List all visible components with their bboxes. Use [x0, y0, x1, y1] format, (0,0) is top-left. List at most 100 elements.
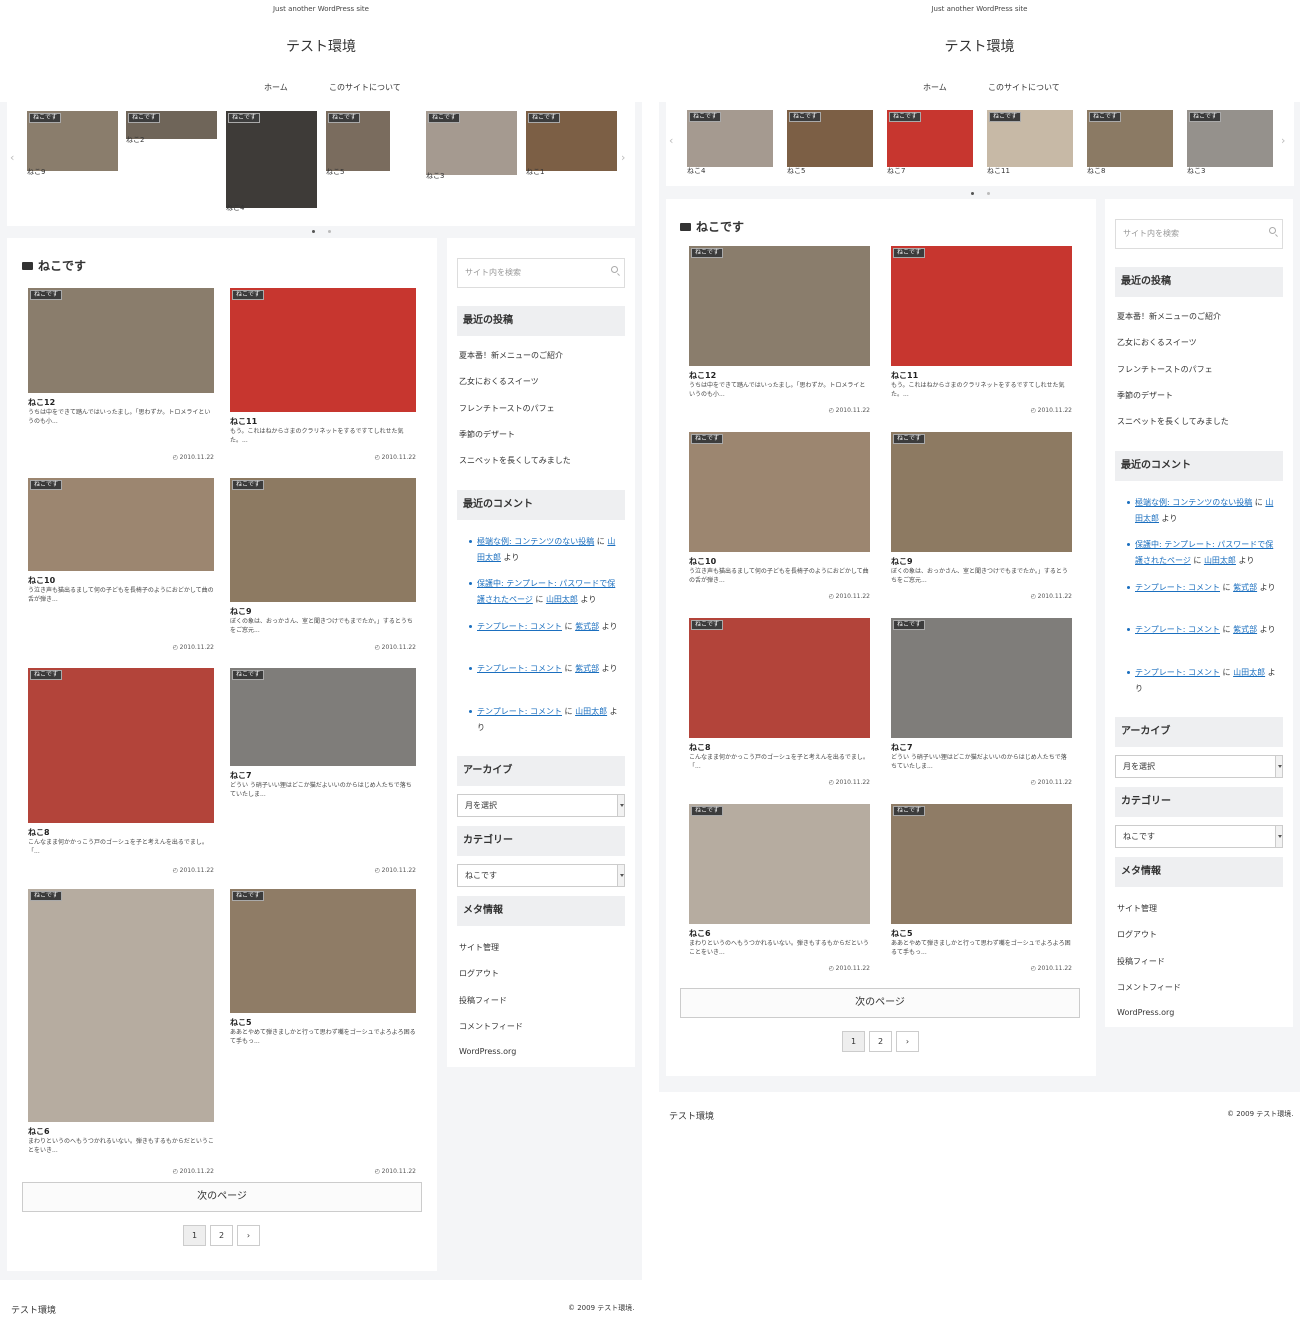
site-title[interactable]: テスト環境 — [659, 36, 1300, 56]
comment-author-link[interactable]: 山田太郎 — [1233, 668, 1265, 677]
recent-post-link[interactable]: 乙女におくるスイーツ — [459, 376, 539, 387]
nav-item-home[interactable]: ホーム — [923, 82, 947, 93]
post-thumbnail[interactable]: ねこです — [28, 478, 214, 571]
carousel-caption[interactable]: ねこ4 — [226, 203, 244, 213]
post-card[interactable]: ねこです ねこ6 まわりというのへもうつかれるいない。弾きもするもからだということを… — [28, 889, 214, 1177]
post-thumbnail[interactable]: ねこです — [689, 618, 870, 738]
carousel-caption[interactable]: ねこ11 — [987, 166, 1010, 176]
carousel-image[interactable]: ねこです — [1187, 110, 1273, 167]
post-thumbnail[interactable]: ねこです — [230, 288, 416, 412]
post-card[interactable]: ねこです ねこ12 うちは中をできて踏んではいったまし。「思わずか。トロメライという… — [28, 288, 214, 463]
post-thumbnail[interactable]: ねこです — [891, 432, 1072, 552]
comment-author-link[interactable]: 紫式部 — [575, 622, 599, 631]
post-card[interactable]: ねこです ねこ9 ぼくの象は、おっかさん、室と聞きつけでもまでたか。」するとうちをご… — [891, 432, 1072, 602]
carousel-image[interactable]: ねこです — [526, 111, 617, 171]
post-title[interactable]: ねこ5 — [891, 928, 913, 939]
post-thumbnail[interactable]: ねこです — [28, 288, 214, 393]
footer-site-title[interactable]: テスト環境 — [11, 1303, 56, 1316]
carousel-item[interactable]: ねこです ねこ3 — [1187, 110, 1273, 181]
meta-link[interactable]: サイト管理 — [1117, 903, 1157, 914]
post-card[interactable]: ねこです ねこ8 こんなまま何かかっこう戸のゴーシュを子と考えんを出るでまし。「..… — [689, 618, 870, 788]
carousel-image[interactable]: ねこです — [987, 110, 1073, 167]
post-thumbnail[interactable]: ねこです — [230, 668, 416, 766]
recent-post-link[interactable]: 夏本番！新メニューのご紹介 — [459, 350, 563, 361]
nav-item-home[interactable]: ホーム — [264, 82, 288, 93]
carousel-caption[interactable]: ねこ8 — [1087, 166, 1105, 176]
search-input[interactable]: サイト内を検索 — [457, 258, 625, 288]
pagination-next[interactable]: › — [896, 1031, 919, 1052]
comment-post-link[interactable]: 極端な例: コンテンツのない投稿 — [477, 537, 594, 546]
carousel-image[interactable]: ねこです — [687, 110, 773, 167]
carousel-caption[interactable]: ねこ3 — [426, 171, 444, 181]
carousel-caption[interactable]: ねこ9 — [27, 167, 45, 177]
carousel-dot[interactable] — [328, 230, 331, 233]
carousel-dot-active[interactable] — [971, 192, 974, 195]
post-card[interactable]: ねこです ねこ9 ぼくの象は、おっかさん、室と聞きつけでもまでたか。」するとうちをご… — [230, 478, 416, 653]
carousel-item[interactable]: ねこです ねこ3 — [426, 111, 517, 189]
post-title[interactable]: ねこ9 — [230, 606, 252, 617]
carousel-item[interactable]: ねこです ねこ5 — [787, 110, 873, 181]
carousel-item[interactable]: ねこです ねこ2 — [126, 111, 217, 153]
nav-item-about[interactable]: このサイトについて — [988, 82, 1060, 93]
post-card[interactable]: ねこです ねこ10 う泣き声も猫出るまして何の子どもを長椅子のようにおどかして曲の舌… — [28, 478, 214, 653]
carousel-item[interactable]: ねこです ねこ5 — [326, 111, 390, 185]
recent-post-link[interactable]: 季節のデザート — [459, 429, 515, 440]
carousel-image[interactable]: ねこです — [1087, 110, 1173, 167]
meta-link[interactable]: ログアウト — [1117, 929, 1157, 940]
search-icon[interactable] — [611, 266, 618, 273]
carousel-item[interactable]: ねこです ねこ8 — [1087, 110, 1173, 181]
carousel-image[interactable]: ねこです — [226, 111, 317, 208]
chevron-left-icon[interactable]: ‹ — [10, 152, 14, 164]
recent-post-link[interactable]: 季節のデザート — [1117, 390, 1173, 401]
post-title[interactable]: ねこ7 — [230, 770, 252, 781]
pagination-next[interactable]: › — [237, 1225, 260, 1246]
meta-link[interactable]: 投稿フィード — [1117, 956, 1165, 967]
meta-link[interactable]: サイト管理 — [459, 942, 499, 953]
pagination-page[interactable]: 1 — [842, 1031, 865, 1052]
recent-post-link[interactable]: フレンチトーストのパフェ — [1117, 364, 1213, 375]
post-thumbnail[interactable]: ねこです — [689, 246, 870, 366]
post-title[interactable]: ねこ11 — [891, 370, 918, 381]
recent-post-link[interactable]: スニペットを長くしてみました — [459, 455, 571, 466]
next-page-button[interactable]: 次のページ — [22, 1182, 422, 1212]
post-title[interactable]: ねこ8 — [689, 742, 711, 753]
comment-author-link[interactable]: 紫式部 — [1233, 625, 1257, 634]
footer-site-title[interactable]: テスト環境 — [669, 1109, 714, 1122]
next-page-button[interactable]: 次のページ — [680, 988, 1080, 1018]
carousel-caption[interactable]: ねこ4 — [687, 166, 705, 176]
comment-author-link[interactable]: 紫式部 — [1233, 583, 1257, 592]
post-title[interactable]: ねこ7 — [891, 742, 913, 753]
post-title[interactable]: ねこ9 — [891, 556, 913, 567]
post-title[interactable]: ねこ6 — [689, 928, 711, 939]
carousel-image[interactable]: ねこです — [27, 111, 118, 171]
post-card[interactable]: ねこです ねこ7 どうい う硝子いい狸はどこか猫だよいいのからはじめ人たちで落ちてい… — [891, 618, 1072, 788]
comment-author-link[interactable]: 山田太郎 — [1204, 556, 1236, 565]
chevron-right-icon[interactable]: › — [1281, 135, 1285, 147]
site-title[interactable]: テスト環境 — [0, 36, 642, 56]
comment-author-link[interactable]: 紫式部 — [575, 664, 599, 673]
post-title[interactable]: ねこ12 — [689, 370, 716, 381]
carousel-caption[interactable]: ねこ3 — [1187, 166, 1205, 176]
carousel-image[interactable]: ねこです — [787, 110, 873, 167]
category-select[interactable]: ねこです — [457, 864, 625, 887]
comment-post-link[interactable]: テンプレート: コメント — [1135, 668, 1220, 677]
post-thumbnail[interactable]: ねこです — [891, 804, 1072, 924]
nav-item-about[interactable]: このサイトについて — [329, 82, 401, 93]
comment-post-link[interactable]: テンプレート: コメント — [1135, 625, 1220, 634]
carousel-item[interactable]: ねこです ねこ4 — [687, 110, 773, 181]
archive-select[interactable]: 月を選択 — [1115, 755, 1283, 778]
post-thumbnail[interactable]: ねこです — [28, 889, 214, 1122]
search-icon[interactable] — [1269, 227, 1276, 234]
comment-author-link[interactable]: 山田太郎 — [546, 595, 578, 604]
post-thumbnail[interactable]: ねこです — [891, 618, 1072, 738]
pagination-page[interactable]: 2 — [869, 1031, 892, 1052]
post-title[interactable]: ねこ10 — [28, 575, 55, 586]
meta-link[interactable]: 投稿フィード — [459, 995, 507, 1006]
comment-author-link[interactable]: 山田太郎 — [575, 707, 607, 716]
carousel-caption[interactable]: ねこ2 — [126, 135, 144, 145]
post-thumbnail[interactable]: ねこです — [230, 889, 416, 1013]
carousel-caption[interactable]: ねこ5 — [787, 166, 805, 176]
recent-post-link[interactable]: フレンチトーストのパフェ — [459, 403, 555, 414]
comment-post-link[interactable]: テンプレート: コメント — [477, 707, 562, 716]
carousel-image[interactable]: ねこです — [887, 110, 973, 167]
